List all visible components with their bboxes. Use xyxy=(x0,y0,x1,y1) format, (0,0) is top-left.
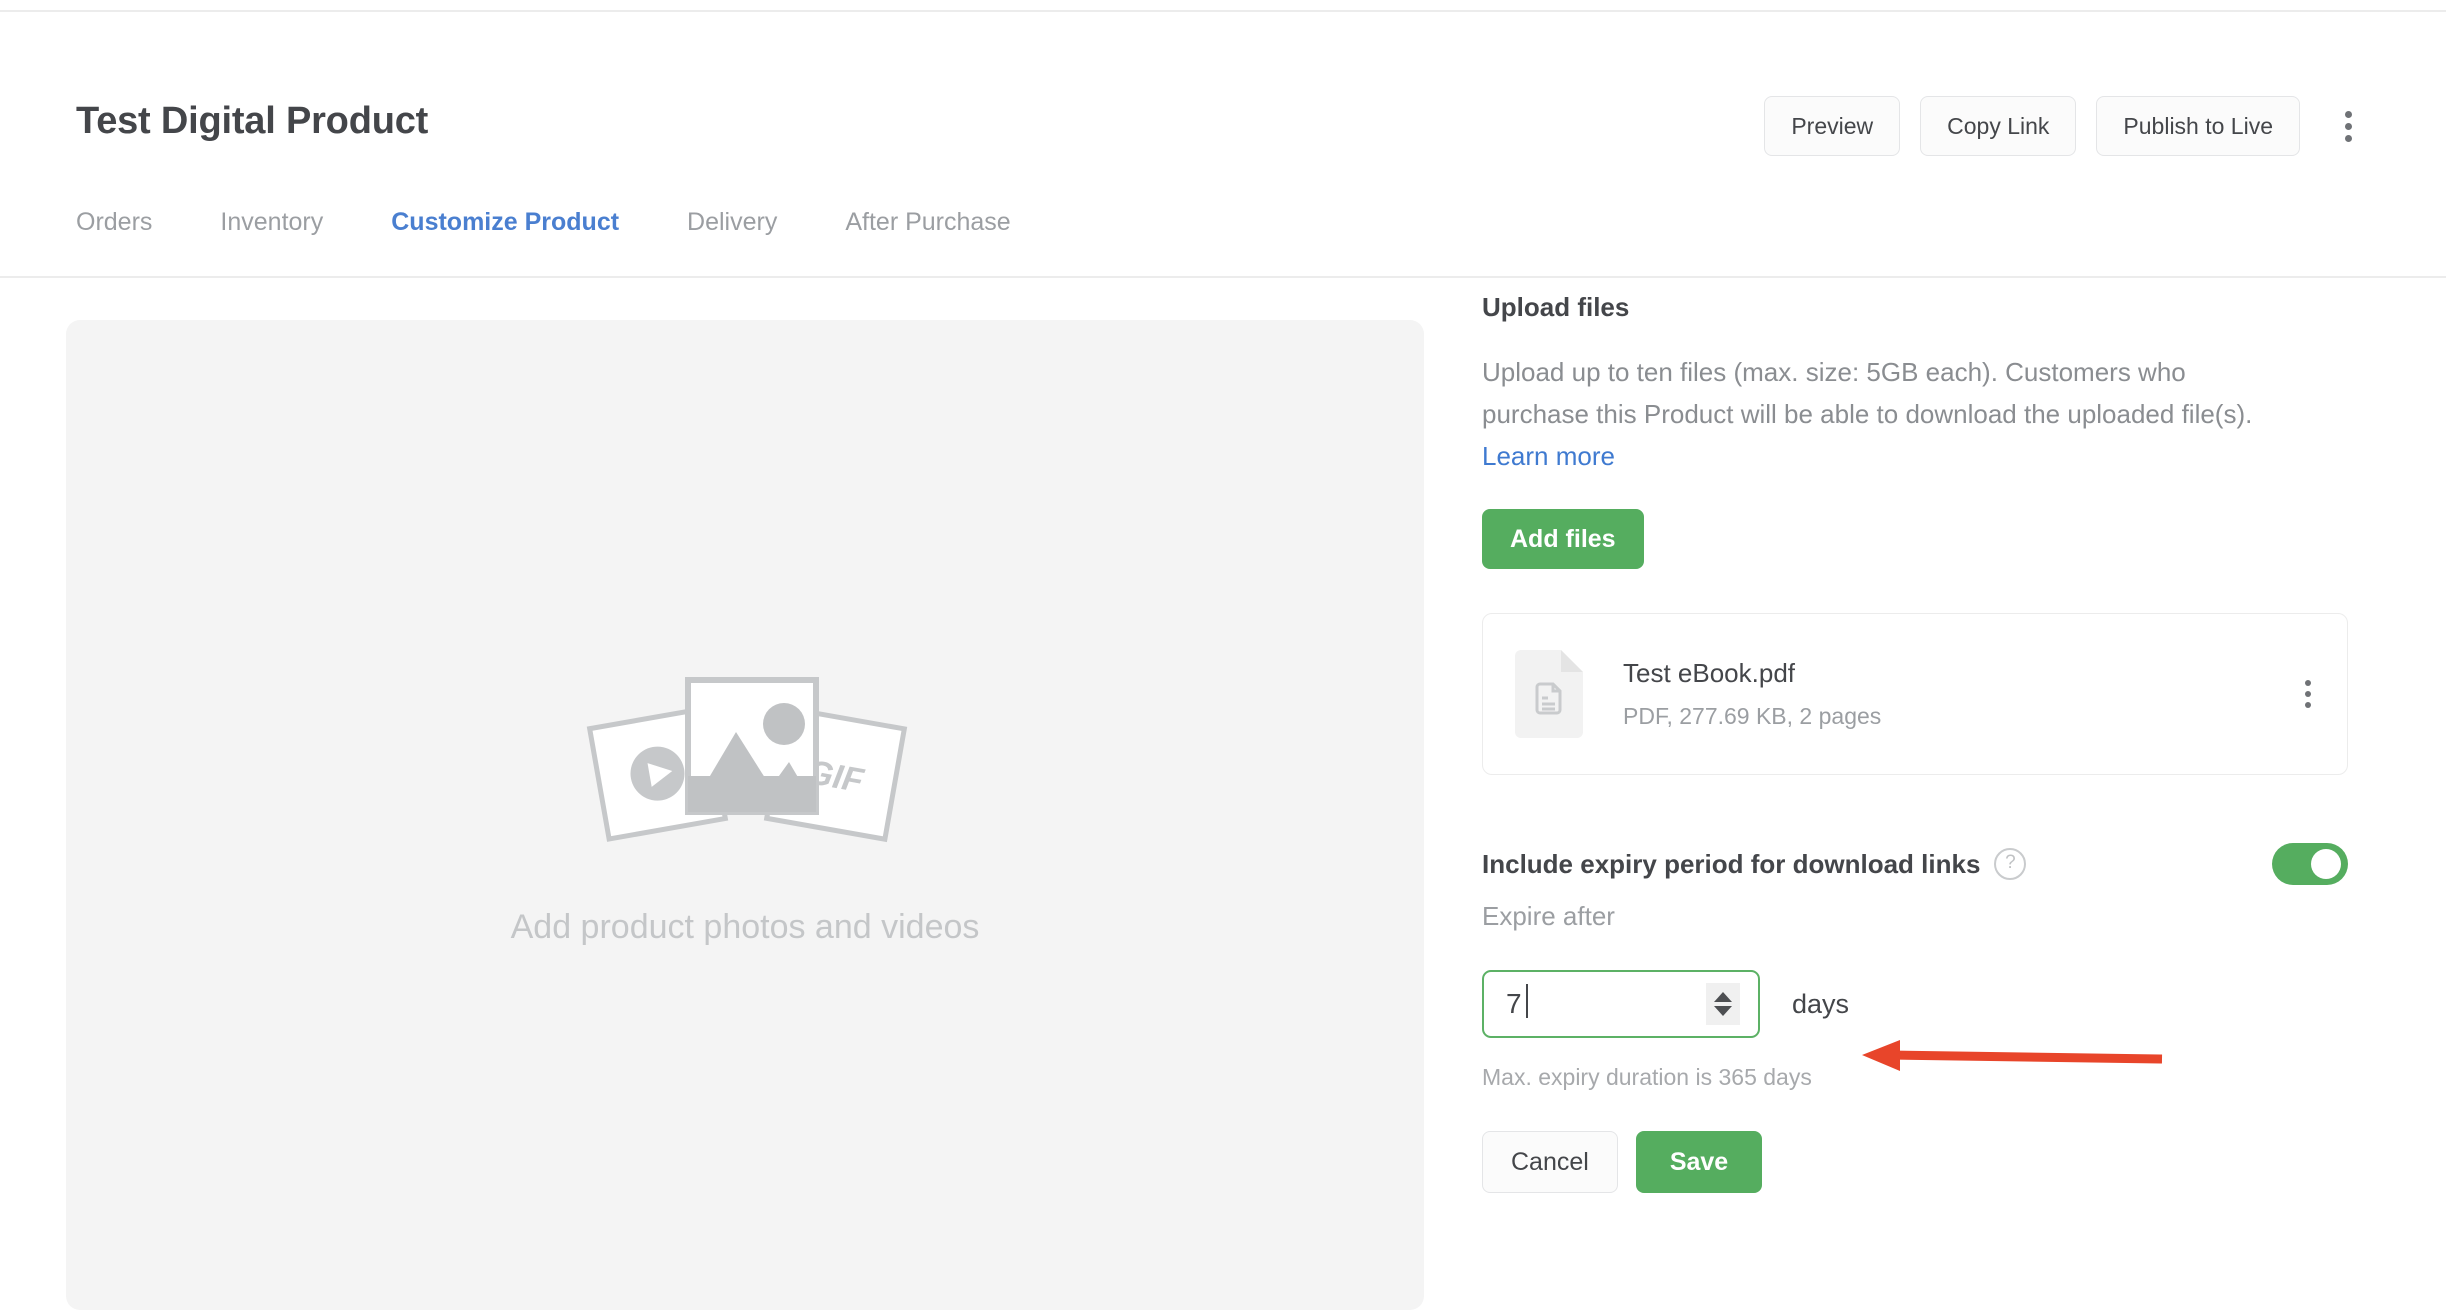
media-cards-icon: GIF xyxy=(586,677,908,843)
file-details: PDF, 277.69 KB, 2 pages xyxy=(1623,703,1882,729)
tab-delivery[interactable]: Delivery xyxy=(653,208,811,289)
stepper-up-icon[interactable] xyxy=(1714,992,1732,1002)
kebab-dot xyxy=(2344,110,2352,118)
expiry-input-row: 7 days xyxy=(1482,970,2362,1038)
tab-bar: Orders Inventory Customize Product Deliv… xyxy=(76,208,1045,289)
tab-inventory[interactable]: Inventory xyxy=(186,208,357,289)
kebab-menu-icon[interactable] xyxy=(2328,96,2368,156)
expiry-period-label: Include expiry period for download links xyxy=(1482,848,1981,879)
upload-files-panel: Upload files Upload up to ten files (max… xyxy=(1482,280,2362,1193)
kebab-dot xyxy=(2344,134,2352,142)
uploaded-file-card[interactable]: Test eBook.pdf PDF, 277.69 KB, 2 pages xyxy=(1482,613,2348,775)
kebab-dot xyxy=(2305,691,2311,697)
tab-orders[interactable]: Orders xyxy=(76,208,186,289)
page-header: Test Digital Product Preview Copy Link P… xyxy=(0,22,2446,289)
form-actions: Cancel Save xyxy=(1482,1131,2362,1193)
kebab-dot xyxy=(2344,122,2352,130)
file-name: Test eBook.pdf xyxy=(1623,658,1795,688)
cancel-button[interactable]: Cancel xyxy=(1482,1131,1618,1193)
publish-to-live-button[interactable]: Publish to Live xyxy=(2096,96,2300,156)
learn-more-link[interactable]: Learn more xyxy=(1482,441,1615,471)
header-actions: Preview Copy Link Publish to Live xyxy=(1764,96,2368,156)
tab-customize-product[interactable]: Customize Product xyxy=(357,208,653,289)
expiry-max-note: Max. expiry duration is 365 days xyxy=(1482,1064,1812,1090)
pdf-document-icon xyxy=(1515,650,1583,738)
media-placeholder-caption: Add product photos and videos xyxy=(510,908,980,946)
copy-link-button[interactable]: Copy Link xyxy=(1920,96,2077,156)
expiry-days-input[interactable]: 7 xyxy=(1482,970,1760,1038)
stepper-down-icon[interactable] xyxy=(1714,1006,1732,1016)
product-editor-page: Test Digital Product Preview Copy Link P… xyxy=(0,0,2446,1310)
preview-button[interactable]: Preview xyxy=(1764,96,1901,156)
media-placeholder-graphic: GIF xyxy=(560,656,930,846)
expiry-days-value: 7 xyxy=(1506,984,1528,1019)
file-kebab-menu-icon[interactable] xyxy=(2297,672,2319,716)
add-files-button[interactable]: Add files xyxy=(1482,509,1644,569)
media-dropzone[interactable]: GIF Add product photos and videos xyxy=(66,320,1424,1310)
expiry-period-toggle[interactable] xyxy=(2272,843,2348,885)
file-meta: Test eBook.pdf PDF, 277.69 KB, 2 pages xyxy=(1623,658,1881,730)
main-content: GIF Add product photos and videos Upload… xyxy=(0,280,2446,1310)
upload-files-description: Upload up to ten files (max. size: 5GB e… xyxy=(1482,351,2294,477)
media-placeholder: GIF Add product photos and videos xyxy=(66,656,1424,947)
top-divider xyxy=(0,10,2446,12)
save-button[interactable]: Save xyxy=(1635,1131,1763,1193)
tab-after-purchase[interactable]: After Purchase xyxy=(811,208,1044,289)
upload-description-text: Upload up to ten files (max. size: 5GB e… xyxy=(1482,357,2253,429)
kebab-dot xyxy=(2305,680,2311,686)
expire-after-label: Expire after xyxy=(1482,901,1615,931)
expiry-period-row: Include expiry period for download links… xyxy=(1482,843,2348,885)
kebab-dot xyxy=(2305,702,2311,708)
page-title: Test Digital Product xyxy=(76,100,429,142)
number-stepper[interactable] xyxy=(1706,983,1740,1025)
question-circle-icon[interactable]: ? xyxy=(1994,848,2027,880)
upload-files-title: Upload files xyxy=(1482,292,1630,322)
expiry-unit-label: days xyxy=(1792,988,1850,1019)
